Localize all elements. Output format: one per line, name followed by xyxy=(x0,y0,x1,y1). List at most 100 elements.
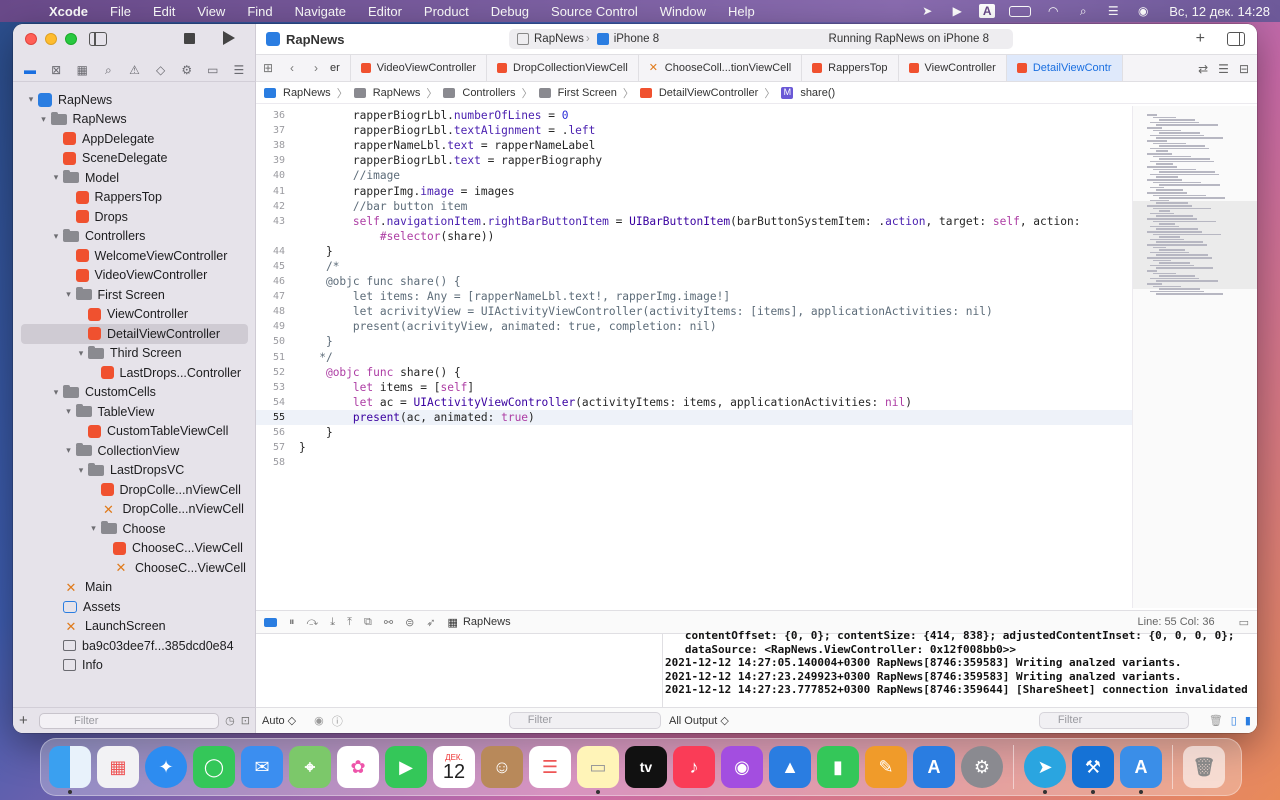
menu-navigate[interactable]: Navigate xyxy=(284,4,357,19)
navigator-item[interactable]: ▾ CollectionView xyxy=(13,441,256,461)
code-line[interactable]: 36 rapperBiogrLbl.numberOfLines = 0 xyxy=(256,108,1132,123)
tab-dropcollectionviewcell[interactable]: DropCollectionViewCell xyxy=(487,55,639,81)
code-line[interactable]: 56 } xyxy=(256,425,1132,440)
navigator-item[interactable]: VideoViewController xyxy=(13,266,256,286)
menu-find[interactable]: Find xyxy=(236,4,283,19)
code-line[interactable]: 47 let items: Any = [rapperNameLbl.text!… xyxy=(256,289,1132,304)
code-line[interactable]: 50 } xyxy=(256,334,1132,349)
navigator-item[interactable]: ▾ First Screen xyxy=(13,285,256,305)
disclosure-triangle-icon[interactable]: ▾ xyxy=(50,172,62,183)
navigator-item[interactable]: ▾ RapNews xyxy=(13,90,256,110)
stop-button[interactable] xyxy=(184,33,195,44)
console-output[interactable]: contentOffset: {0, 0}; contentSize: {414… xyxy=(664,629,1257,702)
navigator-item[interactable]: ✕ LaunchScreen xyxy=(13,617,256,637)
add-file-button[interactable]: + xyxy=(19,712,33,729)
recent-files-icon[interactable]: ◷ xyxy=(225,714,235,727)
navigator-item[interactable]: AppDelegate xyxy=(13,129,256,149)
menu-edit[interactable]: Edit xyxy=(142,4,186,19)
disclosure-triangle-icon[interactable]: ▾ xyxy=(75,348,87,359)
editor-options-icon[interactable]: ☰ xyxy=(1218,62,1229,76)
code-line[interactable]: 42 //bar button item xyxy=(256,199,1132,214)
pages-icon[interactable]: ✎ xyxy=(865,746,907,788)
step-into-icon[interactable]: ⤓ xyxy=(330,616,335,629)
breadcrumb-item[interactable]: RapNews xyxy=(373,87,421,99)
play-circle-icon[interactable]: ▶ xyxy=(949,4,965,18)
finder-icon[interactable] xyxy=(49,746,91,794)
navigator-item[interactable]: Assets xyxy=(13,597,256,617)
disclosure-triangle-icon[interactable]: ▾ xyxy=(25,94,37,105)
navigator-item[interactable]: ▾ CustomCells xyxy=(13,383,256,403)
navigator-item[interactable]: DetailViewController xyxy=(21,324,248,344)
trash-icon[interactable]: 🗑 xyxy=(1209,714,1223,727)
toggle-inspector-icon[interactable] xyxy=(1227,32,1245,46)
code-line[interactable]: 45 /* xyxy=(256,259,1132,274)
code-line[interactable]: 40 //image xyxy=(256,168,1132,183)
navigator-item[interactable]: ✕ DropColle...nViewCell xyxy=(13,500,256,520)
close-window-button[interactable] xyxy=(25,33,37,45)
console-filter-input[interactable]: Filter xyxy=(1038,712,1189,729)
menu-file[interactable]: File xyxy=(99,4,142,19)
related-items-icon[interactable]: ⇄ xyxy=(1198,62,1208,76)
add-library-button[interactable]: + xyxy=(1196,30,1205,48)
code-line[interactable]: 48 let acrivityView = UIActivityViewCont… xyxy=(256,304,1132,319)
tab-detailviewcontroller[interactable]: DetailViewContr xyxy=(1006,55,1123,81)
breakpoints-toggle-icon[interactable] xyxy=(264,617,277,627)
menu-view[interactable]: View xyxy=(186,4,236,19)
code-line[interactable]: 38 rapperNameLbl.text = rapperNameLabel xyxy=(256,138,1132,153)
siri-icon[interactable]: ◉ xyxy=(1135,4,1151,18)
navigator-item[interactable]: ChooseC...ViewCell xyxy=(13,539,256,559)
zoom-window-button[interactable] xyxy=(65,33,77,45)
navigator-filter-input[interactable]: Filter xyxy=(39,712,220,729)
scheme-selector[interactable]: RapNews › iPhone 8 Running RapNews on iP… xyxy=(509,29,1013,49)
hide-debug-area-icon[interactable]: ▭ xyxy=(1239,616,1249,629)
menu-editor[interactable]: Editor xyxy=(357,4,413,19)
eye-icon[interactable]: ◉ xyxy=(314,714,324,727)
tab-viewcontroller[interactable]: ViewController xyxy=(899,55,1007,81)
navigator-item[interactable]: ViewController xyxy=(13,305,256,325)
navigator-item[interactable]: ▾ RapNews xyxy=(13,110,256,130)
code-line[interactable]: 51 */ xyxy=(256,350,1132,365)
navigator-item[interactable]: LastDrops...Controller xyxy=(13,363,256,383)
mail-icon[interactable]: ✉ xyxy=(241,746,283,788)
simulator-icon[interactable]: A xyxy=(1120,746,1162,794)
search-icon[interactable]: ⌕ xyxy=(1075,4,1091,18)
minimap[interactable] xyxy=(1132,106,1257,608)
symbol-navigator-icon[interactable]: ▦ xyxy=(74,63,90,77)
menu-window[interactable]: Window xyxy=(649,4,717,19)
navigator-item[interactable]: ▾ Controllers xyxy=(13,227,256,247)
code-line[interactable]: 54 let ac = UIActivityViewController(act… xyxy=(256,395,1132,410)
memory-graph-icon[interactable]: ⚯ xyxy=(384,616,393,629)
xcode-icon[interactable]: ⚒ xyxy=(1072,746,1114,794)
code-line[interactable]: 39 rapperBiogrLbl.text = rapperBiography xyxy=(256,153,1132,168)
debug-process[interactable]: ▦ RapNews xyxy=(448,616,511,629)
info-icon[interactable]: ⓘ xyxy=(332,713,343,729)
calendar-icon[interactable]: ДЕК. 12 xyxy=(433,746,475,788)
podcasts-icon[interactable]: ◉ xyxy=(721,746,763,788)
system-preferences-icon[interactable]: ⚙ xyxy=(961,746,1003,788)
navigator-item[interactable]: ▾ LastDropsVC xyxy=(13,461,256,481)
navigator-item[interactable]: ▾ TableView xyxy=(13,402,256,422)
telegram-icon[interactable]: ➤ xyxy=(1024,746,1066,794)
menu-clock[interactable]: Вс, 12 дек. 14:28 xyxy=(1169,4,1270,19)
disclosure-triangle-icon[interactable]: ▾ xyxy=(63,289,75,300)
app-store-icon[interactable]: A xyxy=(913,746,955,788)
tab-overview-icon[interactable]: ⊞ xyxy=(256,61,280,75)
view-hierarchy-icon[interactable]: ⧉ xyxy=(364,616,372,629)
code-line[interactable]: 52 @objc func share() { xyxy=(256,365,1132,380)
navigator-item[interactable]: RappersTop xyxy=(13,188,256,208)
test-navigator-icon[interactable]: ◇ xyxy=(153,63,169,77)
trash-icon[interactable]: 🗑 xyxy=(1183,746,1225,788)
variables-filter-input[interactable]: Filter xyxy=(508,712,661,729)
split-editor-icon[interactable]: ⊟ xyxy=(1239,62,1249,76)
project-navigator-icon[interactable]: ▬ xyxy=(22,63,38,77)
tab-previous[interactable]: er xyxy=(328,55,351,81)
pause-icon[interactable]: ⏸ xyxy=(289,616,295,629)
split-right-icon[interactable]: ▮ xyxy=(1245,714,1251,727)
find-navigator-icon[interactable]: ⌕ xyxy=(100,63,116,77)
code-line[interactable]: 57} xyxy=(256,440,1132,455)
navigator-item[interactable]: SceneDelegate xyxy=(13,149,256,169)
code-line[interactable]: 53 let items = [self] xyxy=(256,380,1132,395)
code-line[interactable]: 43 self.navigationItem.rightBarButtonIte… xyxy=(256,214,1132,229)
breadcrumb-item[interactable]: DetailViewController xyxy=(659,87,758,99)
simulate-location-icon[interactable]: ➶ xyxy=(426,616,435,629)
